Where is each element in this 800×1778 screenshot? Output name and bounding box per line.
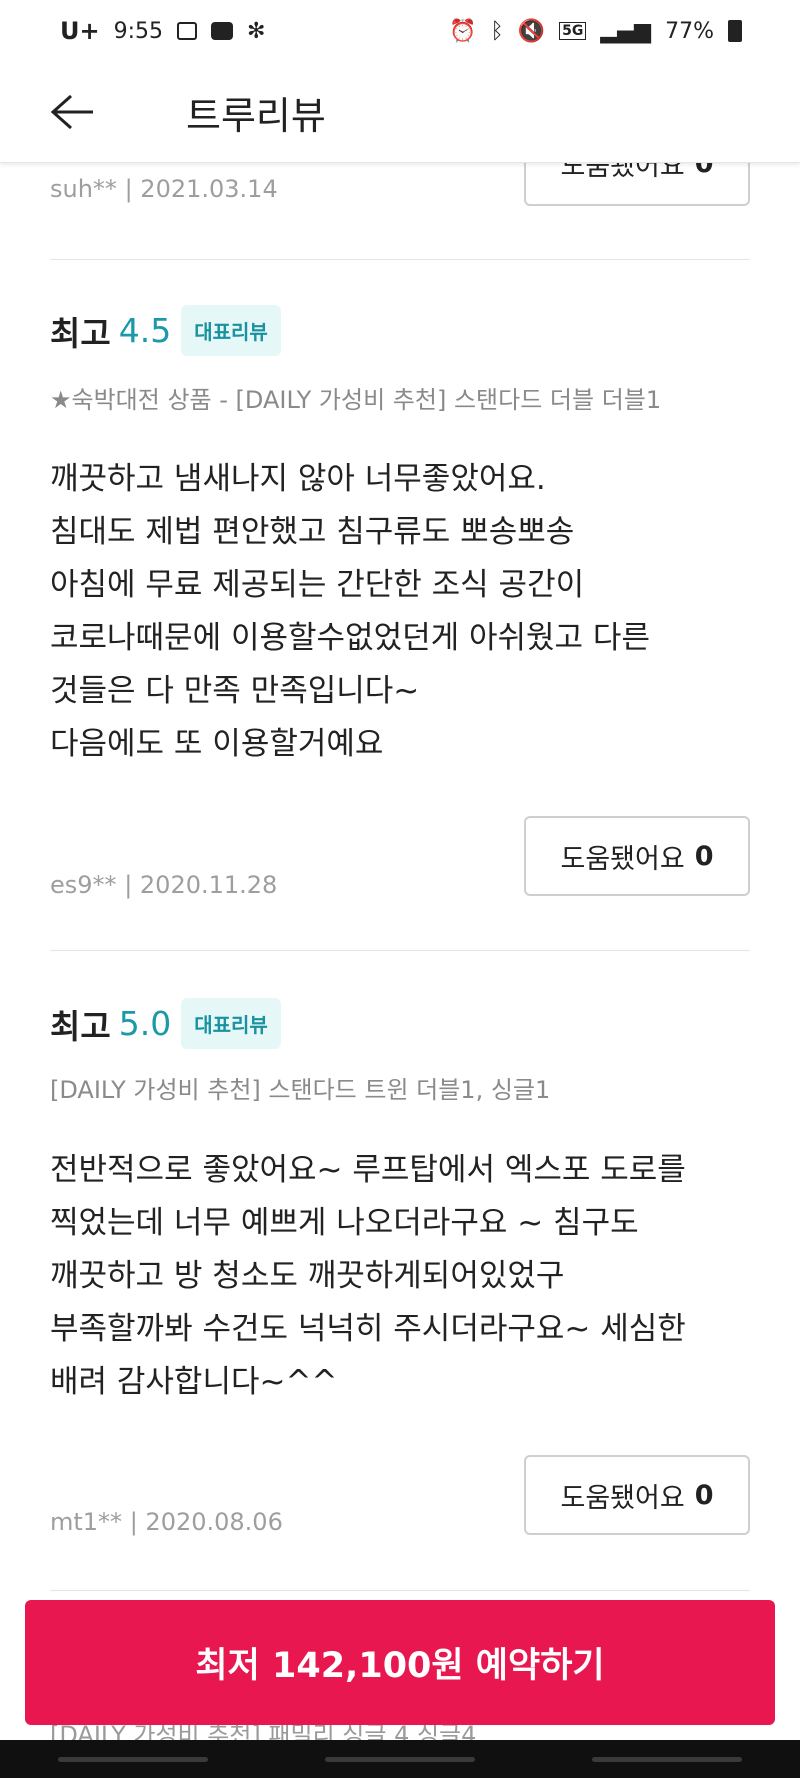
review-date: 2021.03.14 xyxy=(140,175,278,203)
rating-score: 4.5 xyxy=(118,311,172,350)
rating-label: 최고 xyxy=(50,313,111,353)
status-left: U+ 9:55 ✻ xyxy=(60,17,265,45)
helpful-count: 0 xyxy=(694,840,714,872)
review-author: suh** xyxy=(50,175,117,203)
rating-row: 최고 5.0 대표리뷰 xyxy=(50,998,281,1049)
representative-badge: 대표리뷰 xyxy=(181,998,281,1049)
message-icon xyxy=(211,22,234,40)
review-meta: suh** | 2021.03.14 xyxy=(50,175,278,203)
review-text: 깨끗하고 냄새나지 않아 너무좋았어요. 침대도 제법 편안했고 침구류도 뽀송… xyxy=(50,461,650,762)
review-author: mt1** xyxy=(50,1508,123,1536)
rating-row: 최고 4.5 대표리뷰 xyxy=(50,305,281,356)
helpful-label: 도움됐어요 xyxy=(560,843,685,875)
arrow-left-icon xyxy=(51,94,93,130)
review-meta: mt1** | 2020.08.06 xyxy=(50,1508,283,1536)
review-date: 2020.08.06 xyxy=(145,1508,283,1536)
gallery-icon xyxy=(177,22,198,40)
network-label: 5G xyxy=(559,22,587,40)
review-item: 최고 5.0 대표리뷰 [DAILY 가성비 추천] 스탠다드 트윈 더블1, … xyxy=(50,998,750,1558)
signal-icon: ▂▄▆ xyxy=(600,18,652,44)
meta-separator: | xyxy=(124,871,140,899)
representative-badge: 대표리뷰 xyxy=(181,305,281,356)
bluetooth-icon: ᛒ xyxy=(490,18,504,44)
status-right: ⏰ ᛒ 🔇 5G ▂▄▆ 77% xyxy=(449,19,742,44)
review-date: 2020.11.28 xyxy=(139,871,278,899)
rating-score: 5.0 xyxy=(118,1004,172,1043)
review-text: 전반적으로 좋았어요~ 루프탑에서 엑스포 도로를 찍었는데 너무 예쁘게 나오… xyxy=(50,1152,686,1400)
alarm-icon: ⏰ xyxy=(449,18,477,44)
mute-icon: 🔇 xyxy=(517,18,546,44)
book-lowest-price-button[interactable]: 최저 142,100원 예약하기 xyxy=(25,1600,775,1725)
carrier-label: U+ xyxy=(60,17,100,45)
fan-icon: ✻ xyxy=(247,18,266,44)
page-title: 트루리뷰 xyxy=(186,93,326,138)
home-button[interactable] xyxy=(324,1756,475,1762)
clock: 9:55 xyxy=(113,18,164,44)
room-name: ★숙박대전 상품 - [DAILY 가성비 추천] 스탠다드 더블 더블1 xyxy=(50,386,662,414)
battery-icon xyxy=(728,20,742,42)
app-header: 트루리뷰 xyxy=(0,62,800,163)
rating-label: 최고 xyxy=(50,1006,111,1046)
helpful-button[interactable]: 도움됐어요 0 xyxy=(524,816,750,896)
back-button[interactable] xyxy=(38,77,108,147)
divider xyxy=(50,1590,750,1591)
recent-apps-button[interactable] xyxy=(58,1756,209,1762)
helpful-count: 0 xyxy=(694,1479,714,1511)
room-name: [DAILY 가성비 추천] 스탠다드 트윈 더블1, 싱글1 xyxy=(50,1076,551,1104)
helpful-label: 도움됐어요 xyxy=(560,1482,685,1514)
meta-separator: | xyxy=(124,175,141,203)
review-author: es9** xyxy=(50,871,117,899)
divider xyxy=(50,950,750,951)
system-nav-bar xyxy=(0,1740,800,1778)
system-back-button[interactable] xyxy=(591,1756,742,1762)
helpful-button[interactable]: 도움됐어요 0 xyxy=(524,1455,750,1535)
status-bar: U+ 9:55 ✻ ⏰ ᛒ 🔇 5G ▂▄▆ 77% xyxy=(0,0,800,62)
divider xyxy=(50,259,750,260)
review-meta: es9** | 2020.11.28 xyxy=(50,871,277,899)
meta-separator: | xyxy=(129,1508,146,1536)
battery-label: 77% xyxy=(665,18,714,44)
review-item: 최고 4.5 대표리뷰 ★숙박대전 상품 - [DAILY 가성비 추천] 스탠… xyxy=(50,305,750,905)
